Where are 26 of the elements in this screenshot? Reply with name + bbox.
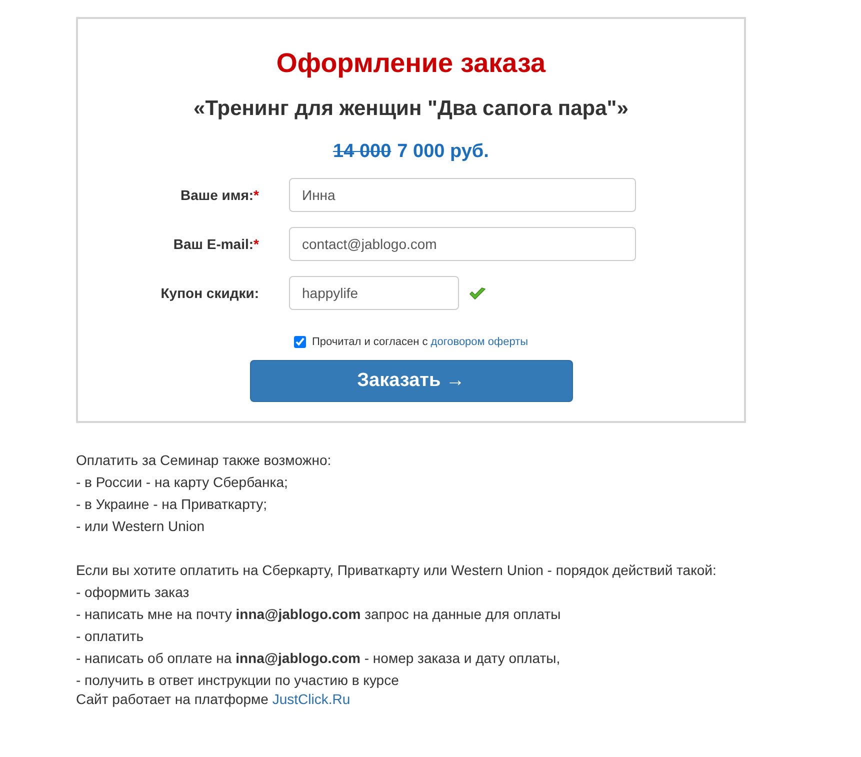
form-title: Оформление заказа xyxy=(276,48,546,79)
coupon-field[interactable]: happylife xyxy=(289,276,459,310)
info-text: - в Украине - на Приваткарту; xyxy=(76,495,268,514)
info-text: - оформить заказ xyxy=(76,583,190,602)
info-text: - или Western Union xyxy=(76,517,206,536)
footer-text: Сайт работает на платформе JustClick.Ru xyxy=(76,691,352,707)
field-label: Купон скидки: xyxy=(160,285,260,301)
info-text: Если вы хотите оплатить на Сберкарту, Приваткарту или Western Union - порядок действий такой: xyxy=(76,561,718,580)
product-title: «Тренинг для женщин "Два сапога пара"» xyxy=(194,97,628,121)
platform-link[interactable]: JustClick.Ru xyxy=(272,691,350,707)
info-text: - написать об оплате на inna@jablogo.com - номер заказа и дату оплаты, xyxy=(76,649,562,668)
offer-link[interactable]: договором оферты xyxy=(430,336,528,348)
price: 7 000 руб. xyxy=(397,141,489,163)
info-text: Оплатить за Семинар также возможно: xyxy=(76,451,332,470)
old-price: 14 000 xyxy=(333,141,392,163)
info-text: - в России - на карту Сбербанка; xyxy=(76,473,289,492)
info-text: - оплатить xyxy=(76,627,145,646)
input-field[interactable]: Инна xyxy=(289,178,636,212)
info-text: - получить в ответ инструкции по участию в курсе xyxy=(76,671,400,690)
order-button[interactable]: Заказать → xyxy=(250,360,572,402)
info-text: - написать мне на почту inna@jablogo.com запрос на данные для оплаты xyxy=(76,605,562,624)
field-label: Ваш E-mail:* xyxy=(172,236,260,252)
agreement-text: Прочитал и согласен с договором оферты xyxy=(312,336,528,348)
agreement-checkbox[interactable] xyxy=(294,336,306,348)
input-field[interactable]: contact@jablogo.com xyxy=(289,227,636,261)
field-label: Ваше имя:* xyxy=(180,187,260,203)
